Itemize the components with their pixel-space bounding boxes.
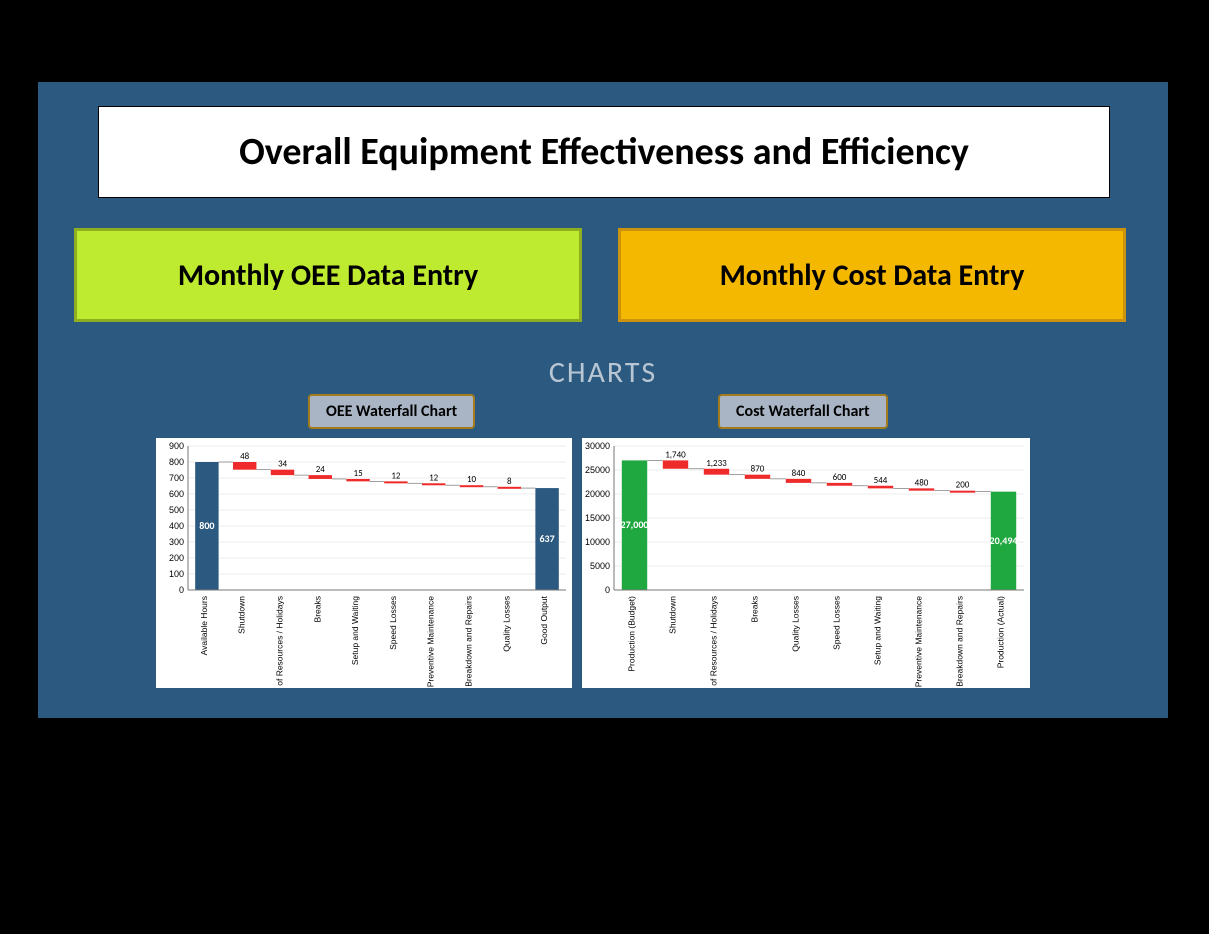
oee-waterfall-chart-button[interactable]: OEE Waterfall Chart (308, 394, 475, 429)
svg-text:Quality Losses: Quality Losses (501, 596, 511, 652)
svg-text:500: 500 (169, 505, 184, 515)
svg-text:30000: 30000 (585, 441, 610, 451)
svg-text:Available Hours: Available Hours (199, 596, 209, 655)
svg-text:1,740: 1,740 (665, 449, 686, 460)
monthly-cost-data-entry-button[interactable]: Monthly Cost Data Entry (618, 228, 1126, 322)
svg-text:Lack of Resources / Holidays: Lack of Resources / Holidays (275, 596, 285, 688)
svg-text:20,494: 20,494 (990, 534, 1018, 547)
charts-section-header: CHARTS (38, 354, 1168, 391)
svg-text:Production (Budget): Production (Budget) (627, 596, 637, 672)
svg-text:800: 800 (199, 519, 214, 532)
svg-text:800: 800 (169, 457, 184, 467)
svg-text:544: 544 (874, 475, 888, 486)
svg-text:Speed Losses: Speed Losses (832, 596, 842, 650)
svg-text:600: 600 (169, 489, 184, 499)
svg-text:Setup and Waiting: Setup and Waiting (350, 596, 360, 665)
svg-text:10000: 10000 (585, 537, 610, 547)
svg-text:24: 24 (316, 464, 326, 475)
svg-text:5000: 5000 (590, 561, 610, 571)
svg-text:48: 48 (240, 451, 250, 462)
cost-waterfall-chart-button[interactable]: Cost Waterfall Chart (718, 394, 888, 429)
dashboard-panel: Overall Equipment Effectiveness and Effi… (38, 82, 1168, 718)
svg-text:Speed Losses: Speed Losses (388, 596, 398, 650)
svg-text:27,000: 27,000 (621, 518, 649, 531)
svg-text:Breaks: Breaks (312, 596, 322, 622)
svg-text:Preventive Maintenance: Preventive Maintenance (426, 596, 436, 687)
svg-text:900: 900 (169, 441, 184, 451)
svg-text:200: 200 (169, 553, 184, 563)
svg-text:Breakdown and Repairs: Breakdown and Repairs (955, 596, 965, 687)
svg-text:20000: 20000 (585, 489, 610, 499)
svg-text:Quality Losses: Quality Losses (791, 596, 801, 652)
svg-text:Preventive Maintenance: Preventive Maintenance (914, 596, 924, 687)
svg-text:600: 600 (833, 472, 847, 483)
svg-text:Shutdown: Shutdown (237, 596, 247, 634)
svg-text:25000: 25000 (585, 465, 610, 475)
svg-text:300: 300 (169, 537, 184, 547)
svg-text:15: 15 (354, 468, 364, 479)
cost-waterfall-chart: 0 5000 10000 15000 20000 25000 30000 27,000 Prod… (582, 438, 1030, 688)
svg-text:Breakdown and Repairs: Breakdown and Repairs (464, 596, 474, 687)
svg-text:1,233: 1,233 (706, 458, 727, 469)
svg-text:Shutdown: Shutdown (668, 596, 678, 634)
svg-text:200: 200 (956, 480, 970, 491)
svg-text:8: 8 (507, 476, 512, 487)
svg-text:Setup and Waiting: Setup and Waiting (873, 596, 883, 665)
svg-text:0: 0 (179, 585, 184, 595)
page-title: Overall Equipment Effectiveness and Effi… (98, 106, 1110, 198)
svg-text:100: 100 (169, 569, 184, 579)
svg-text:10: 10 (467, 474, 477, 485)
svg-text:Good Output: Good Output (539, 595, 549, 644)
svg-text:870: 870 (751, 464, 765, 475)
svg-text:0: 0 (605, 585, 610, 595)
svg-text:840: 840 (792, 468, 806, 479)
svg-text:Lack of Resources / Holidays: Lack of Resources / Holidays (709, 596, 719, 688)
svg-text:700: 700 (169, 473, 184, 483)
svg-text:480: 480 (915, 477, 929, 488)
svg-text:Breaks: Breaks (750, 596, 760, 622)
svg-text:Production (Actual): Production (Actual) (996, 596, 1006, 668)
svg-text:34: 34 (278, 459, 288, 470)
svg-text:637: 637 (539, 532, 554, 545)
svg-text:15000: 15000 (585, 513, 610, 523)
monthly-oee-data-entry-button[interactable]: Monthly OEE Data Entry (74, 228, 582, 322)
svg-text:12: 12 (429, 472, 439, 483)
svg-text:12: 12 (391, 470, 401, 481)
svg-text:400: 400 (169, 521, 184, 531)
oee-waterfall-chart: 0 100 200 300 400 500 600 700 800 900 800 Available… (156, 438, 572, 688)
